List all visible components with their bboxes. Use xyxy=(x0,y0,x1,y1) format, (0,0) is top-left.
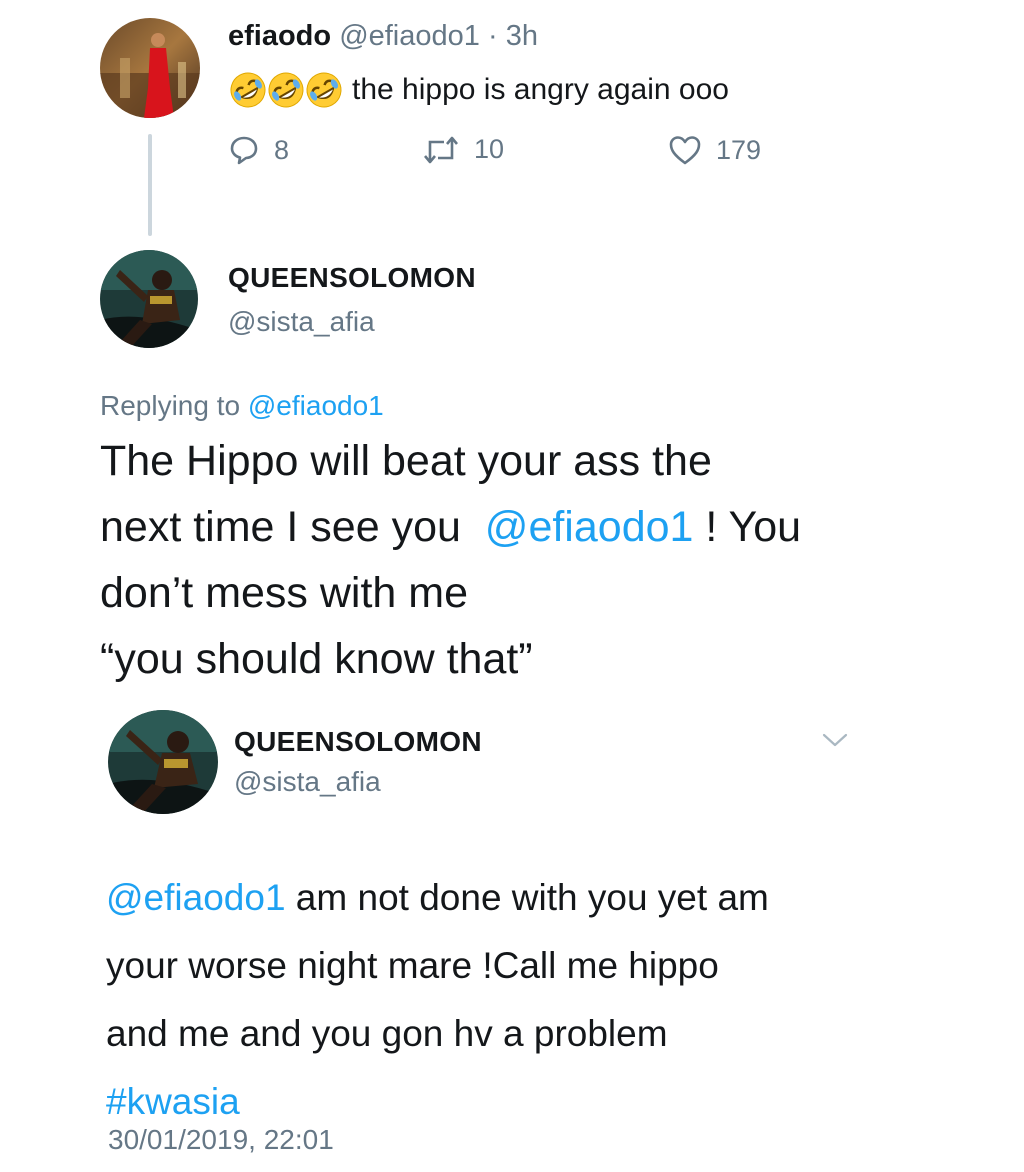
tweet1-text: the hippo is angry again ooo xyxy=(352,73,729,106)
reply-button[interactable]: 8 xyxy=(228,134,289,166)
tweet2-line-2-start: next time I see you xyxy=(100,503,485,551)
replying-to-line: Replying to @efiaodo1 xyxy=(100,390,384,422)
tweet1-action-bar: 8 10 179 xyxy=(228,134,788,174)
emoji-group xyxy=(228,70,342,110)
reply-icon xyxy=(230,136,258,165)
rolling-on-floor-laughing-icon xyxy=(306,72,342,108)
rolling-on-floor-laughing-icon xyxy=(230,72,266,108)
tweet3-mention[interactable]: @efiaodo1 xyxy=(106,877,286,918)
tweet2-line-1: The Hippo will beat your ass the xyxy=(100,437,712,485)
tweet3-line-2: your worse night mare !Call me hippo xyxy=(106,945,719,986)
efiaodo-avatar[interactable] xyxy=(100,18,200,118)
tweet1-display-name[interactable]: efiaodo xyxy=(228,20,331,52)
tweet2-mention[interactable]: @efiaodo1 xyxy=(485,503,694,551)
tweet1-header: efiaodo @efiaodo1 · 3h xyxy=(228,20,538,53)
reply-count: 8 xyxy=(274,134,290,165)
tweet1-separator: · xyxy=(487,20,498,52)
tweet3-line-1: @efiaodo1 am not done with you yet am xyxy=(106,864,966,932)
thread-connector-line xyxy=(148,134,152,236)
tweet2-text: The Hippo will beat your ass the next ti… xyxy=(100,428,980,692)
retweet-icon xyxy=(424,136,458,163)
tweet2-line-2: next time I see you @efiaodo1 ! You xyxy=(100,494,980,560)
queensolomon-avatar[interactable] xyxy=(100,250,198,348)
tweet2-line-3: don’t mess with me xyxy=(100,569,469,617)
tweet3-text: @efiaodo1 am not done with you yet am yo… xyxy=(106,864,966,1136)
tweet1-time[interactable]: 3h xyxy=(506,20,538,52)
tweet2-line-4: “you should know that” xyxy=(100,635,533,683)
heart-icon xyxy=(669,136,701,165)
tweet2-line-2-end: ! You xyxy=(693,503,802,551)
tweet3-timestamp[interactable]: 30/01/2019, 22:01 xyxy=(108,1124,334,1156)
like-count: 179 xyxy=(716,134,762,165)
tweet3-line-1-rest: am not done with you yet am xyxy=(285,877,769,918)
tweet1-handle[interactable]: @efiaodo1 xyxy=(339,20,480,52)
chevron-down-icon[interactable] xyxy=(820,728,850,752)
tweet3-display-name[interactable]: QUEENSOLOMON xyxy=(234,726,482,758)
queensolomon-avatar[interactable] xyxy=(108,710,218,814)
like-button[interactable]: 179 xyxy=(668,134,761,166)
replying-to-label: Replying to xyxy=(100,390,241,421)
rolling-on-floor-laughing-icon xyxy=(268,72,304,108)
tweet3-handle[interactable]: @sista_afia xyxy=(234,766,381,798)
tweet2-handle[interactable]: @sista_afia xyxy=(228,306,375,338)
tweet3-line-3: and me and you gon hv a problem xyxy=(106,1013,668,1054)
tweet-thread: efiaodo @efiaodo1 · 3h the hippo is angr… xyxy=(0,0,1024,1172)
tweet2-display-name[interactable]: QUEENSOLOMON xyxy=(228,262,476,294)
retweet-button[interactable]: 10 xyxy=(422,134,504,165)
retweet-count: 10 xyxy=(474,134,505,164)
replying-to-mention[interactable]: @efiaodo1 xyxy=(248,390,384,421)
tweet1-body: the hippo is angry again ooo xyxy=(228,70,729,110)
